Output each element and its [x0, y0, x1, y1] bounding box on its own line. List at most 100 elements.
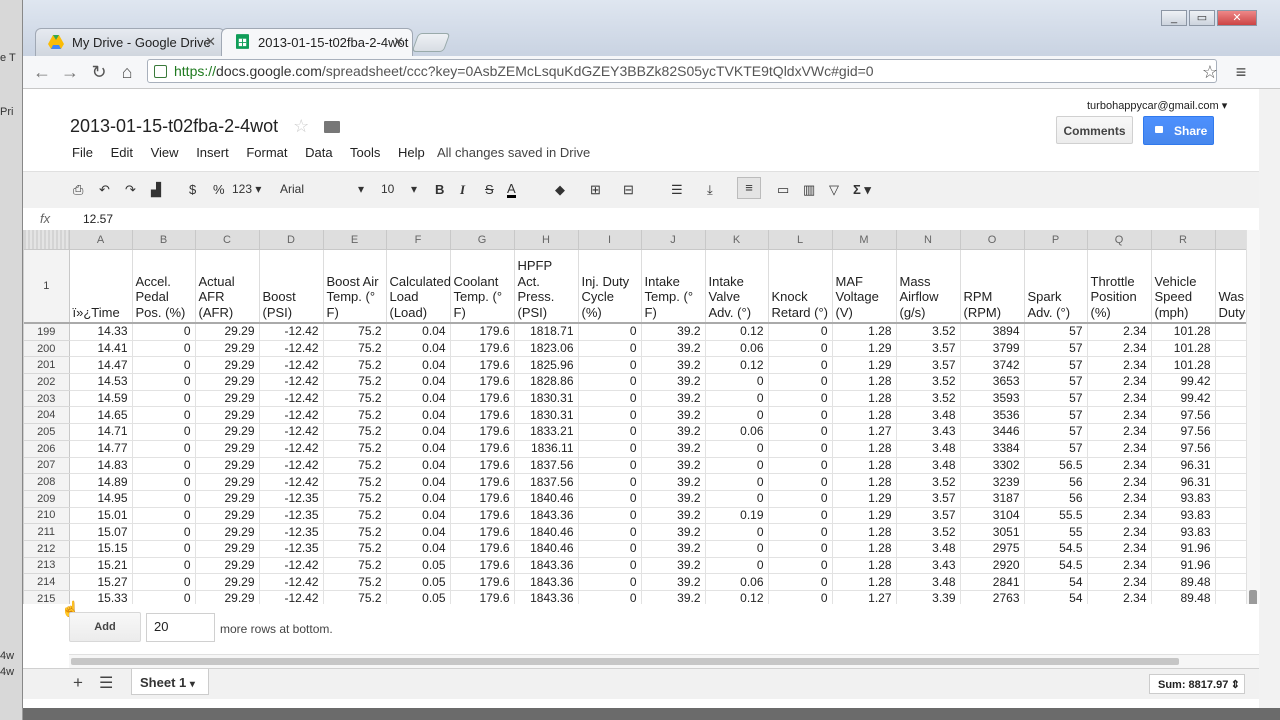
cell[interactable]: 15.27 — [69, 573, 133, 591]
column-header[interactable]: M — [832, 230, 897, 250]
chart-icon[interactable]: ▥ — [803, 182, 815, 198]
cell[interactable]: 2841 — [960, 573, 1025, 591]
cell[interactable]: 0 — [768, 323, 833, 341]
rows-count-input[interactable]: 20 — [146, 613, 215, 642]
cell[interactable]: 0.04 — [386, 457, 451, 475]
menu-insert[interactable]: Insert — [196, 145, 229, 160]
number-format-dropdown[interactable]: 123 ▾ — [232, 182, 261, 196]
cell[interactable]: -12.42 — [259, 323, 324, 341]
cell[interactable]: 0 — [132, 457, 196, 475]
cell[interactable]: 179.6 — [450, 440, 515, 458]
cell[interactable]: 39.2 — [641, 557, 706, 575]
cell[interactable]: 29.29 — [195, 340, 260, 358]
cell[interactable]: 3.48 — [896, 406, 961, 425]
cell[interactable]: 2.34 — [1087, 473, 1152, 491]
header-cell[interactable]: Boost Air Temp. (° F) — [323, 249, 387, 324]
cell[interactable]: 55.5 — [1024, 507, 1088, 525]
cell[interactable]: 3104 — [960, 507, 1025, 525]
cell[interactable]: 56.5 — [1024, 457, 1088, 475]
cell[interactable]: 3742 — [960, 356, 1025, 375]
cell[interactable]: 2.34 — [1087, 523, 1152, 541]
row-number[interactable]: 202 — [24, 373, 70, 391]
header-cell[interactable]: Vehicle Speed (mph) — [1151, 249, 1216, 324]
cell[interactable]: 75.2 — [323, 490, 387, 508]
cell[interactable]: 0.04 — [386, 440, 451, 458]
cell[interactable]: 2.34 — [1087, 540, 1152, 558]
cell[interactable]: 179.6 — [450, 590, 515, 604]
cell[interactable]: 0 — [705, 540, 769, 558]
italic-button[interactable]: I — [460, 182, 465, 198]
header-cell[interactable]: Intake Temp. (° F) — [641, 249, 706, 324]
cell[interactable]: 1.27 — [832, 590, 897, 604]
row-number[interactable]: 214 — [24, 573, 70, 591]
column-header[interactable]: P — [1024, 230, 1088, 250]
bold-button[interactable]: B — [435, 182, 444, 197]
cell[interactable]: 96.31 — [1151, 457, 1216, 475]
undo-icon[interactable]: ↶ — [99, 182, 110, 198]
cell[interactable]: 2920 — [960, 557, 1025, 575]
cell[interactable]: 75.2 — [323, 573, 387, 591]
cell[interactable]: 2.34 — [1087, 406, 1152, 425]
cell[interactable]: -12.42 — [259, 390, 324, 408]
cell[interactable]: 14.83 — [69, 457, 133, 475]
cell[interactable]: 0.04 — [386, 523, 451, 541]
scroll-thumb[interactable] — [71, 658, 1179, 665]
cell[interactable]: 0 — [132, 406, 196, 425]
column-header[interactable]: R — [1151, 230, 1216, 250]
cell[interactable]: 0.04 — [386, 356, 451, 375]
cell[interactable]: 0.04 — [386, 340, 451, 358]
cell[interactable]: 0 — [705, 406, 769, 425]
cell[interactable]: 3.57 — [896, 356, 961, 375]
cell[interactable]: 0 — [768, 373, 833, 391]
text-color-button[interactable]: A — [507, 182, 516, 198]
cell[interactable]: 0.12 — [705, 356, 769, 375]
folder-icon[interactable] — [324, 121, 341, 133]
cell[interactable]: 3384 — [960, 440, 1025, 458]
cell[interactable]: 39.2 — [641, 473, 706, 491]
bookmark-star-icon[interactable]: ☆ — [1199, 61, 1221, 83]
cell[interactable]: 3894 — [960, 323, 1025, 341]
cell[interactable]: 1825.96 — [514, 356, 579, 375]
cell[interactable]: 0 — [132, 540, 196, 558]
cell[interactable]: 2.34 — [1087, 490, 1152, 508]
cell[interactable]: 3799 — [960, 340, 1025, 358]
cell[interactable]: 1828.86 — [514, 373, 579, 391]
cell[interactable]: 0.05 — [386, 590, 451, 604]
cell[interactable]: 3.52 — [896, 390, 961, 408]
cell[interactable]: 29.29 — [195, 490, 260, 508]
cell[interactable]: 1843.36 — [514, 590, 579, 604]
cell[interactable]: 0 — [578, 590, 642, 604]
cell[interactable]: 0.04 — [386, 490, 451, 508]
cell[interactable]: 75.2 — [323, 523, 387, 541]
account-email[interactable]: turbohappycar@gmail.com — [1087, 100, 1219, 112]
cell[interactable]: 57 — [1024, 356, 1088, 375]
column-header[interactable]: Q — [1087, 230, 1152, 250]
cell[interactable]: 0 — [768, 390, 833, 408]
cell[interactable]: 14.77 — [69, 440, 133, 458]
paint-format-icon[interactable]: ▟ — [151, 182, 161, 198]
cell[interactable]: 89.48 — [1151, 573, 1216, 591]
menu-edit[interactable]: Edit — [111, 145, 133, 160]
cell[interactable]: 0 — [578, 390, 642, 408]
cell[interactable]: 0 — [705, 473, 769, 491]
cell[interactable]: 0 — [705, 390, 769, 408]
back-arrow-icon[interactable]: ← — [31, 61, 53, 83]
cell[interactable]: 3.48 — [896, 573, 961, 591]
cell[interactable]: 97.56 — [1151, 440, 1216, 458]
cell[interactable]: 0.05 — [386, 557, 451, 575]
column-header[interactable]: H — [514, 230, 579, 250]
column-header[interactable]: L — [768, 230, 833, 250]
cell[interactable]: 29.29 — [195, 390, 260, 408]
cell[interactable]: 179.6 — [450, 523, 515, 541]
cell[interactable]: 1.28 — [832, 573, 897, 591]
cell[interactable]: 0 — [578, 457, 642, 475]
close-tab-icon[interactable]: ✕ — [393, 34, 404, 50]
cell[interactable]: 0.04 — [386, 540, 451, 558]
cell[interactable]: 2.34 — [1087, 373, 1152, 391]
cell[interactable]: 179.6 — [450, 573, 515, 591]
header-cell[interactable]: Knock Retard (°) — [768, 249, 833, 324]
cell[interactable]: 57 — [1024, 440, 1088, 458]
cell[interactable]: 0 — [132, 473, 196, 491]
cell[interactable]: 1.28 — [832, 457, 897, 475]
header-cell[interactable]: MAF Voltage (V) — [832, 249, 897, 324]
